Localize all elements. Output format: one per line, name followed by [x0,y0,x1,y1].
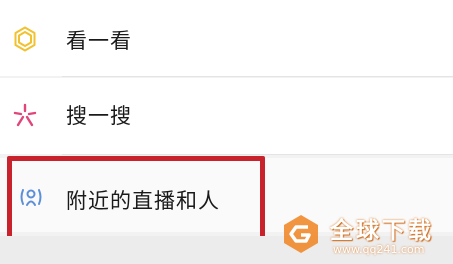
watermark-logo-icon [280,213,322,255]
watermark: 全球下载 www.qq241.com [280,211,450,261]
divider [62,76,453,77]
watermark-title: 全球下载 [330,218,434,244]
watermark-url: www.qq241.com [333,243,425,256]
sou-yi-sou-icon [12,102,38,128]
menu-item-label: 看一看 [66,29,132,53]
menu-item-kan-yi-kan[interactable]: 看一看 [0,0,453,76]
kan-yi-kan-icon [12,26,38,52]
menu-item-label: 搜一搜 [66,104,132,128]
divider [62,154,453,155]
menu-item-sou-yi-sou[interactable]: 搜一搜 [0,78,453,154]
